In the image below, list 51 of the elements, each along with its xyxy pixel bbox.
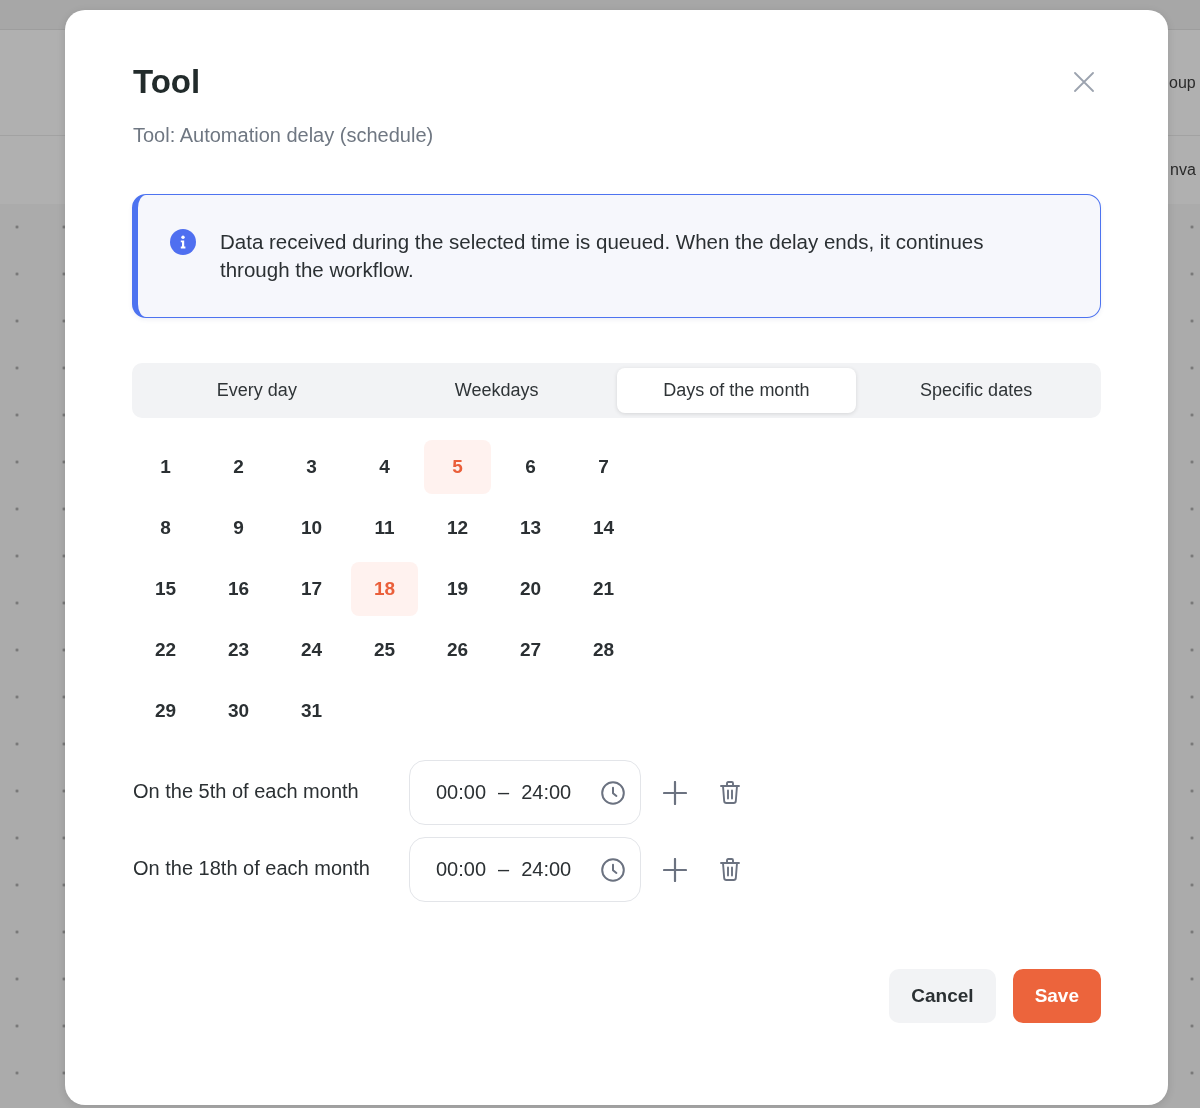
time-range-field[interactable]: 00:00 – 24:00 bbox=[409, 837, 641, 902]
day-button[interactable]: 21 bbox=[570, 562, 637, 616]
day-button[interactable]: 30 bbox=[205, 684, 272, 738]
tab[interactable]: Days of the month bbox=[616, 368, 857, 413]
day-button[interactable]: 26 bbox=[424, 623, 491, 677]
dialog-title: Tool bbox=[132, 62, 201, 102]
day-button[interactable]: 31 bbox=[278, 684, 345, 738]
day-button[interactable]: 24 bbox=[278, 623, 345, 677]
clock-icon bbox=[601, 857, 625, 882]
day-button[interactable]: 12 bbox=[424, 501, 491, 555]
trash-icon bbox=[720, 858, 740, 881]
day-button[interactable]: 13 bbox=[497, 501, 564, 555]
schedule-label: On the 18th of each month bbox=[132, 855, 371, 881]
info-icon bbox=[170, 229, 196, 255]
clock-icon bbox=[601, 780, 625, 805]
day-button[interactable]: 1 bbox=[132, 440, 199, 494]
day-button[interactable]: 22 bbox=[132, 623, 199, 677]
toolbar-label: nva bbox=[1170, 161, 1196, 179]
day-button[interactable]: 14 bbox=[570, 501, 637, 555]
header-label: oup bbox=[1169, 73, 1196, 92]
day-button[interactable]: 16 bbox=[205, 562, 272, 616]
day-button[interactable]: 10 bbox=[278, 501, 345, 555]
day-button[interactable]: 7 bbox=[570, 440, 637, 494]
day-button[interactable]: 23 bbox=[205, 623, 272, 677]
day-button[interactable]: 3 bbox=[278, 440, 345, 494]
schedule-label: On the 5th of each month bbox=[132, 778, 360, 804]
close-icon bbox=[1074, 72, 1094, 92]
plus-icon bbox=[663, 780, 687, 805]
day-button[interactable]: 17 bbox=[278, 562, 345, 616]
time-range-field[interactable]: 00:00 – 24:00 bbox=[409, 760, 641, 825]
day-button[interactable]: 9 bbox=[205, 501, 272, 555]
day-button[interactable]: 6 bbox=[497, 440, 564, 494]
day-button[interactable]: 19 bbox=[424, 562, 491, 616]
plus-icon bbox=[663, 857, 687, 882]
tab[interactable]: Specific dates bbox=[856, 368, 1096, 413]
cancel-button[interactable]: Cancel bbox=[889, 969, 996, 1023]
day-button[interactable]: 4 bbox=[351, 440, 418, 494]
day-button[interactable]: 27 bbox=[497, 623, 564, 677]
dialog-subtitle: Tool: Automation delay (schedule) bbox=[132, 123, 435, 148]
info-text: Data received during the selected time is queued. When the delay ends, it continues through the workflow. bbox=[220, 229, 985, 283]
day-button[interactable]: 25 bbox=[351, 623, 418, 677]
day-button[interactable]: 29 bbox=[132, 684, 199, 738]
day-button[interactable]: 11 bbox=[351, 501, 418, 555]
day-button[interactable]: 2 bbox=[205, 440, 272, 494]
day-button[interactable]: 8 bbox=[132, 501, 199, 555]
trash-icon bbox=[720, 781, 740, 804]
day-button[interactable]: 15 bbox=[132, 562, 199, 616]
tab[interactable]: Every day bbox=[137, 368, 377, 413]
tab[interactable]: Weekdays bbox=[376, 368, 617, 413]
day-button[interactable]: 28 bbox=[570, 623, 637, 677]
day-button[interactable]: 20 bbox=[497, 562, 564, 616]
